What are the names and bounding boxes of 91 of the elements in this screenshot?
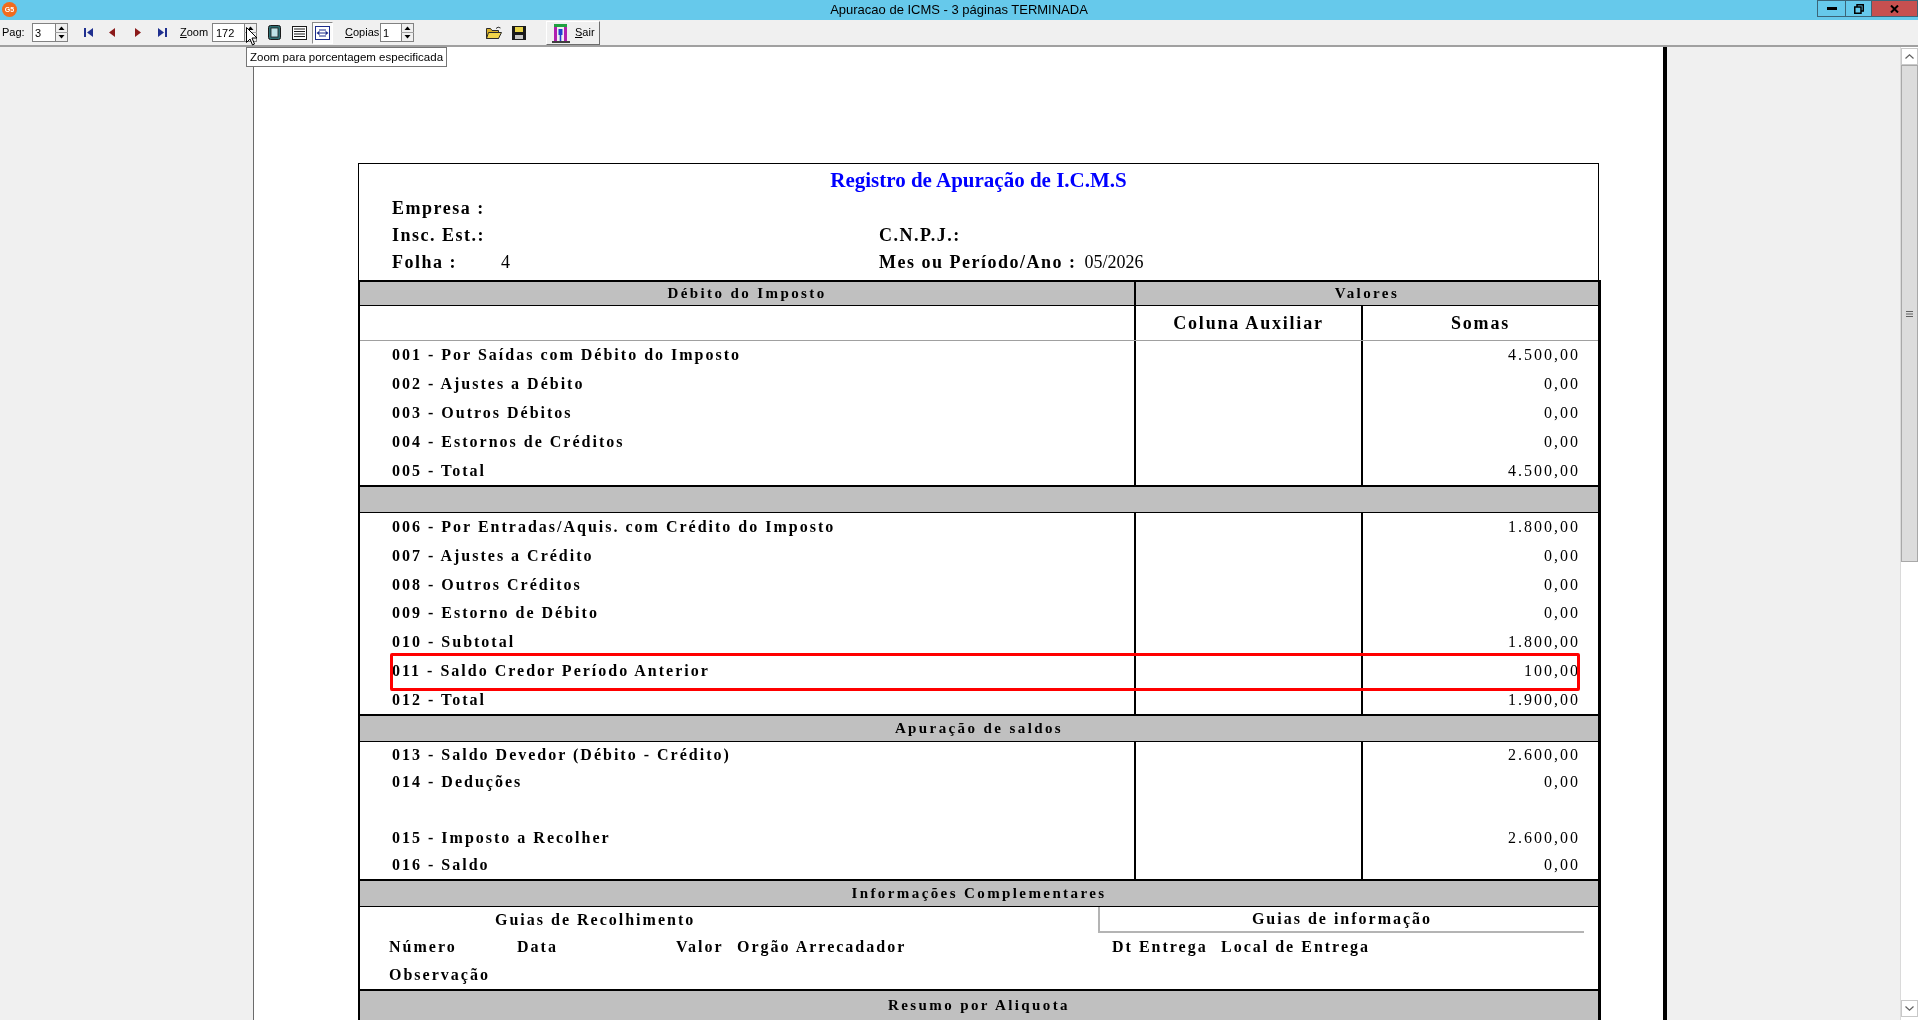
row-value: 1.900,00 <box>1508 689 1580 710</box>
scroll-down-button[interactable] <box>1901 1000 1918 1017</box>
row-value: 2.600,00 <box>1508 828 1580 849</box>
field-value: 4 <box>501 251 510 274</box>
previous-icon <box>109 28 115 37</box>
next-icon <box>135 28 141 37</box>
restore-icon <box>1853 3 1864 14</box>
page-view-icon <box>268 25 281 40</box>
minimize-button[interactable] <box>1817 0 1846 17</box>
row-value: 1.800,00 <box>1508 517 1580 538</box>
field-label: Folha : <box>392 251 457 274</box>
row-label: 008 - Outros Créditos <box>392 574 582 595</box>
zoom-label: Zoom <box>180 25 209 41</box>
section-title: Apuração de saldos <box>894 719 1064 739</box>
row-value: 100,00 <box>1524 660 1580 681</box>
row-value: 0,00 <box>1544 855 1580 876</box>
field-label: C.N.P.J.: <box>879 224 961 247</box>
row-label: 004 - Estornos de Créditos <box>392 431 625 452</box>
last-page-icon <box>157 28 167 37</box>
view-mode-button[interactable] <box>312 21 333 44</box>
close-button[interactable] <box>1872 0 1918 17</box>
field-label: Observação <box>389 964 490 986</box>
row-value: 1.800,00 <box>1508 632 1580 653</box>
row-value: 4.500,00 <box>1508 460 1580 481</box>
window-title: Apuracao de ICMS - 3 páginas TERMINADA <box>830 2 1088 18</box>
row-label: 010 - Subtotal <box>392 632 516 653</box>
grip-lines-icon <box>1906 310 1913 317</box>
section-title: Informações Complementares <box>851 884 1107 904</box>
row-value: 0,00 <box>1544 546 1580 567</box>
spinner-arrows-icon[interactable] <box>401 23 414 42</box>
row-label: 014 - Deduções <box>392 772 523 793</box>
copies-field[interactable]: 1 <box>380 23 401 42</box>
chevron-up-icon <box>1905 54 1914 59</box>
row-label: 013 - Saldo Devedor (Débito - Crédito) <box>392 745 731 766</box>
close-icon <box>1890 4 1899 13</box>
column-label: Data <box>517 936 558 957</box>
column-label: Orgão Arrecadador <box>737 936 907 958</box>
zoom-field[interactable]: 172 <box>212 23 244 42</box>
first-page-icon <box>83 28 93 37</box>
column-label: Valor <box>676 936 724 957</box>
row-value: 0,00 <box>1544 431 1580 452</box>
column-header: Valores <box>1334 284 1400 304</box>
exit-button[interactable]: Sair <box>546 20 600 45</box>
spinner-arrows-icon[interactable] <box>55 23 68 42</box>
field-value: 05/2026 <box>1084 251 1144 274</box>
fit-width-icon <box>315 25 330 40</box>
column-label: Dt Entrega <box>1112 936 1208 958</box>
report-title: Registro de Apuração de I.C.M.S <box>830 169 1127 191</box>
mouse-pointer-icon <box>246 27 258 46</box>
page-label: Pag: <box>2 25 25 41</box>
group-title: Guias de Recolhimento <box>495 909 696 930</box>
column-header: Somas <box>1451 311 1510 335</box>
column-header: Coluna Auxiliar <box>1173 311 1324 335</box>
row-label: 011 - Saldo Credor Período Anterior <box>392 660 710 681</box>
row-value: 0,00 <box>1544 603 1580 624</box>
door-figure-icon <box>552 22 570 43</box>
field-label: Mes ou Período/Ano : <box>879 251 1077 274</box>
row-value: 0,00 <box>1544 772 1580 793</box>
row-label: 015 - Imposto a Recolher <box>392 828 611 849</box>
column-header: Débito do Imposto <box>667 284 827 304</box>
row-label: 012 - Total <box>392 689 486 710</box>
field-label: Insc. Est.: <box>392 224 485 247</box>
folder-icon <box>486 26 502 39</box>
minimize-icon <box>1826 7 1837 10</box>
copies-label: Copias <box>345 25 380 41</box>
scrollbar-thumb[interactable] <box>1901 65 1918 562</box>
row-label: 003 - Outros Débitos <box>392 403 573 423</box>
scroll-up-button[interactable] <box>1901 48 1918 65</box>
column-label: Número <box>389 936 457 957</box>
chevron-down-icon <box>1905 1006 1914 1011</box>
page-number-field[interactable]: 3 <box>32 23 55 42</box>
tooltip: Zoom para porcentagem especificada <box>246 47 448 67</box>
section-title: Resumo por Aliquota <box>888 995 1070 1015</box>
row-label: 002 - Ajustes a Débito <box>392 374 585 395</box>
row-label: 005 - Total <box>392 460 486 481</box>
row-value: 0,00 <box>1544 403 1580 423</box>
scrollbar-track[interactable] <box>1900 47 1918 1020</box>
group-title: Guias de informação <box>1251 908 1433 930</box>
text-lines-icon <box>292 25 307 40</box>
field-label: Empresa : <box>392 197 485 220</box>
row-value: 0,00 <box>1544 574 1580 595</box>
row-label: 001 - Por Saídas com Débito do Imposto <box>392 345 742 366</box>
row-value: 4.500,00 <box>1508 345 1580 366</box>
column-label: Local de Entrega <box>1221 936 1371 958</box>
row-label: 009 - Estorno de Débito <box>392 603 599 624</box>
row-label: 007 - Ajustes a Crédito <box>392 546 594 567</box>
row-value: 0,00 <box>1544 374 1580 395</box>
restore-button[interactable] <box>1846 0 1872 17</box>
row-label: 006 - Por Entradas/Aquis. com Crédito do Imposto <box>392 517 836 538</box>
row-value: 2.600,00 <box>1508 745 1580 766</box>
row-label: 016 - Saldo <box>392 855 490 876</box>
